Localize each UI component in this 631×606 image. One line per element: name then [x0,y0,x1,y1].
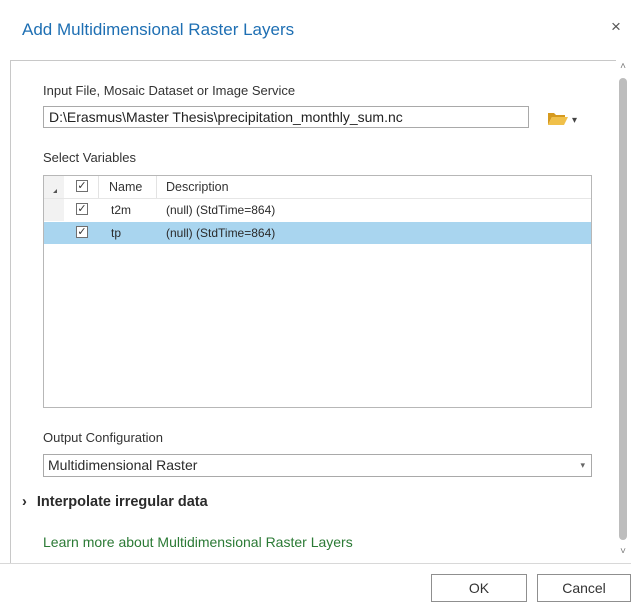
dialog-left-edge [0,60,10,563]
variable-description: (null) (StdTime=864) [166,203,276,217]
ok-button[interactable]: OK [431,574,527,602]
select-all-checkbox[interactable]: ✓ [76,180,88,192]
select-variables-label: Select Variables [43,150,136,165]
dialog-title: Add Multidimensional Raster Layers [22,20,295,39]
dialog-footer: OK Cancel [0,563,631,606]
output-configuration-select[interactable]: Multidimensional Raster ▾ [43,454,592,477]
table-header: ✓ Name Description [44,176,591,199]
variable-description: (null) (StdTime=864) [166,226,276,240]
column-header-description[interactable]: Description [166,176,229,198]
row-header [44,199,64,221]
table-row[interactable]: ✓ t2m (null) (StdTime=864) [44,199,591,221]
sort-corner-icon [53,189,57,193]
scroll-down-icon[interactable]: ˅ [616,545,630,559]
input-label: Input File, Mosaic Dataset or Image Serv… [43,83,296,98]
column-divider [156,176,157,198]
chevron-right-icon: › [22,494,27,510]
column-header-name[interactable]: Name [109,176,142,198]
column-divider [98,176,99,198]
table-row[interactable]: ✓ tp (null) (StdTime=864) [44,222,591,244]
browse-dropdown-icon: ▾ [572,115,577,126]
output-configuration-label: Output Configuration [43,430,163,445]
interpolate-expander[interactable]: › Interpolate irregular data [22,494,208,510]
chevron-down-icon: ▾ [580,460,585,470]
header-corner [44,176,64,198]
title-bar: Add Multidimensional Raster Layers × [0,0,631,60]
folder-open-icon: ▾ [548,113,577,126]
variable-name: t2m [111,203,132,217]
vertical-scrollbar[interactable]: ˄ ˅ [616,60,630,563]
close-button[interactable]: × [605,14,627,40]
row-checkbox[interactable]: ✓ [76,203,88,215]
scroll-up-icon[interactable]: ˄ [616,60,630,74]
interpolate-label: Interpolate irregular data [36,494,208,510]
output-configuration-value: Multidimensional Raster [48,457,198,473]
row-checkbox[interactable]: ✓ [76,226,88,238]
input-path-field[interactable] [43,106,529,128]
browse-button[interactable]: ▾ [546,109,580,127]
scroll-thumb[interactable] [619,78,627,540]
row-header [44,222,64,244]
variables-table: ✓ Name Description ✓ t2m (null) (StdTime… [43,175,592,408]
cancel-button[interactable]: Cancel [537,574,631,602]
variable-name: tp [111,226,122,240]
learn-more-link[interactable]: Learn more about Multidimensional Raster… [43,534,353,550]
